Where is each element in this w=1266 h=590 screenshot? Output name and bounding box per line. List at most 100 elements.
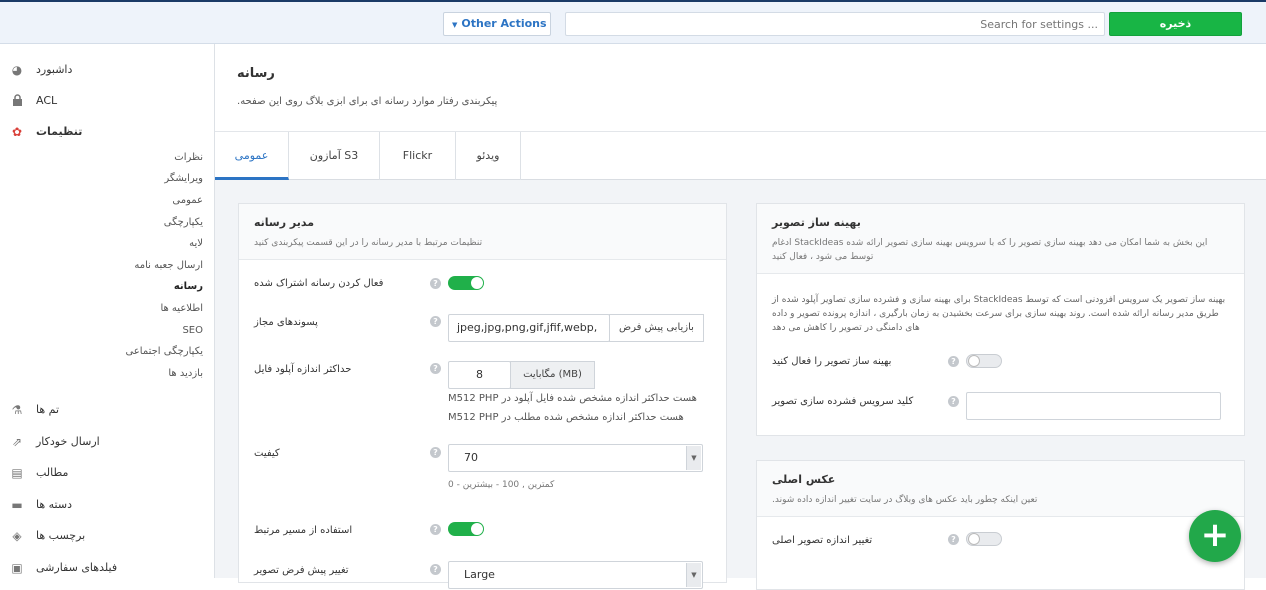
enable-shared-label: فعال کردن رسانه اشتراک شده (254, 278, 384, 289)
tab-video[interactable]: ویدئو (456, 132, 521, 180)
toggle-knob (968, 533, 980, 545)
allowed-extensions-input[interactable]: jpeg,jpg,png,gif,jfif,webp, (448, 314, 610, 342)
search-input[interactable] (566, 13, 1104, 35)
relative-path-toggle[interactable] (448, 522, 484, 536)
panel-subtitle: .تعین اینکه چطور باید عکس های وبلاگ در س… (772, 495, 1038, 505)
chevron-down-icon: ▼ (686, 563, 701, 587)
php-upload-note: M512 PHP هست حداکثر اندازه مشخص شده فایل… (448, 393, 697, 404)
other-actions-label: Other Actions (461, 17, 547, 30)
enable-optimizer-toggle[interactable] (966, 354, 1002, 368)
share-icon: ⇗ (11, 435, 23, 449)
php-post-note: M512 PHP هست حداکثر اندازه مشخص شده مطلب… (448, 412, 684, 423)
image-optimizer-panel: بهینه ساز تصویر ادغام StackIdeas این بخش… (756, 203, 1245, 436)
panel-header: عکس اصلی .تعین اینکه چطور باید عکس های و… (757, 461, 1244, 517)
top-bar: ▼Other Actions ذخیره (0, 0, 1266, 44)
sidebar-item-label: برچسب ها (36, 529, 86, 542)
sidebar-sub-layout[interactable]: لایه (189, 236, 203, 252)
tab-amazon-s3[interactable]: آمازون S3 (289, 132, 380, 180)
optimizer-description: برای بهینه سازی و فشرده سازی تصاویر آپلو… (772, 295, 1226, 333)
tab-general[interactable]: عمومی (215, 132, 289, 180)
help-icon[interactable]: ? (948, 534, 959, 545)
caret-down-icon: ▼ (452, 21, 458, 29)
media-manager-panel: مدیر رسانه تنظیمات مرتبط با مدیر رسانه ر… (238, 203, 727, 589)
help-icon[interactable]: ? (430, 447, 441, 458)
sidebar-item-label: داشبورد (36, 63, 73, 76)
sidebar-item-label: دسته ها (36, 498, 72, 511)
help-icon[interactable]: ? (430, 316, 441, 327)
default-size-label: تغییر پیش فرض تصویر (254, 565, 349, 576)
folder-icon: ▬ (11, 498, 23, 512)
plus-icon: + (1200, 515, 1230, 555)
resize-original-toggle[interactable] (966, 532, 1002, 546)
help-icon[interactable]: ? (430, 363, 441, 374)
sidebar-item-label: ارسال خودکار (36, 435, 100, 448)
sidebar: ◕ داشبورد ACL ✿ تنظیمات نظرات ویرایشگر ع… (0, 44, 215, 578)
sidebar-sub-comments[interactable]: نظرات (174, 150, 203, 166)
page-title: رسانه (237, 66, 275, 81)
other-actions-dropdown[interactable]: ▼ Other Actions (443, 12, 551, 36)
max-upload-input[interactable]: 8 (448, 361, 511, 389)
allowed-ext-label: پسوندهای مجاز (254, 317, 318, 328)
tags-icon: ◈ (12, 529, 22, 543)
tab-bar: عمومی آمازون S3 Flickr ویدئو (215, 132, 1266, 180)
default-size-select[interactable]: Large ▼ (448, 561, 703, 589)
settings-search[interactable] (565, 12, 1105, 36)
relative-path-label: استفاده از مسیر مرتبط (254, 525, 353, 536)
original-photo-panel: عکس اصلی .تعین اینکه چطور باید عکس های و… (756, 460, 1245, 590)
chevron-down-icon: ▼ (686, 446, 701, 470)
max-upload-label: حداکثر اندازه آپلود فایل (254, 364, 352, 375)
toggle-knob (471, 523, 483, 535)
add-button[interactable]: + (1189, 510, 1241, 562)
help-icon[interactable]: ? (430, 564, 441, 575)
save-button[interactable]: ذخیره (1109, 12, 1242, 36)
gear-icon: ✿ (11, 125, 23, 139)
panel-title: عکس اصلی (772, 473, 836, 486)
panel-header: مدیر رسانه تنظیمات مرتبط با مدیر رسانه ر… (239, 204, 726, 260)
sidebar-item-label: تم ها (36, 403, 60, 416)
sidebar-sub-general[interactable]: عمومی (172, 193, 203, 209)
reset-default-button[interactable]: بازیابی پیش فرض (609, 314, 704, 342)
lock-icon (10, 94, 24, 108)
enable-optimizer-label: بهینه ساز تصویر را فعال کنید (772, 356, 892, 367)
enable-shared-toggle[interactable] (448, 276, 484, 290)
sidebar-item-label: مطالب (36, 466, 69, 479)
tab-flickr[interactable]: Flickr (380, 132, 456, 180)
sidebar-sub-editor[interactable]: ویرایشگر (164, 171, 203, 187)
sidebar-sub-seo[interactable]: SEO (182, 323, 203, 339)
compression-key-label: کلید سرویس فشرده سازی تصویر (772, 396, 914, 407)
content-area: مدیر رسانه تنظیمات مرتبط با مدیر رسانه ر… (215, 180, 1266, 590)
quality-hint: کمترین , 100 - بیشترین - 0 (448, 480, 555, 490)
panel-subtitle: ادغام StackIdeas این بخش به شما امکان می… (772, 238, 1208, 262)
help-icon[interactable]: ? (948, 356, 959, 367)
sidebar-sub-integration[interactable]: یکپارچگی (164, 215, 203, 231)
resize-original-label: تغییر اندازه تصویر اصلی (772, 535, 873, 546)
fields-icon: ▣ (11, 561, 23, 575)
page-description: .پیکربندی رفتار موارد رسانه ای برای ابزی… (237, 96, 498, 107)
document-icon: ▤ (11, 466, 23, 480)
help-icon[interactable]: ? (430, 278, 441, 289)
help-icon[interactable]: ? (948, 396, 959, 407)
panel-title: بهینه ساز تصویر (772, 216, 861, 229)
compression-key-input[interactable] (966, 392, 1221, 420)
flask-icon: ⚗ (11, 403, 23, 417)
panel-header: بهینه ساز تصویر ادغام StackIdeas این بخش… (757, 204, 1244, 274)
sidebar-item-label: تنظیمات (36, 125, 83, 138)
sidebar-sub-social[interactable]: یکپارچگی اجتماعی (125, 344, 203, 360)
toggle-knob (471, 277, 483, 289)
default-size-value: Large (464, 568, 495, 581)
panel-subtitle: تنظیمات مرتبط با مدیر رسانه را در این قس… (254, 238, 483, 248)
page-header: رسانه .پیکربندی رفتار موارد رسانه ای برا… (215, 44, 1266, 132)
sidebar-item-label: فیلدهای سفارشی (36, 561, 118, 574)
quality-select[interactable]: 70 ▼ (448, 444, 703, 472)
sidebar-sub-mailbox[interactable]: ارسال جعبه نامه (134, 258, 203, 274)
dashboard-icon: ◕ (11, 63, 23, 77)
sidebar-sub-notifications[interactable]: اطلاعیه ها (160, 301, 203, 317)
quality-label: کیفیت (254, 448, 280, 459)
max-upload-unit: مگابایت (MB) (510, 361, 595, 389)
toggle-knob (968, 355, 980, 367)
sidebar-item-label: ACL (36, 94, 58, 107)
sidebar-sub-views[interactable]: بازدید ها (168, 366, 203, 382)
help-icon[interactable]: ? (430, 524, 441, 535)
panel-title: مدیر رسانه (254, 216, 315, 229)
sidebar-sub-media[interactable]: رسانه (174, 279, 203, 295)
